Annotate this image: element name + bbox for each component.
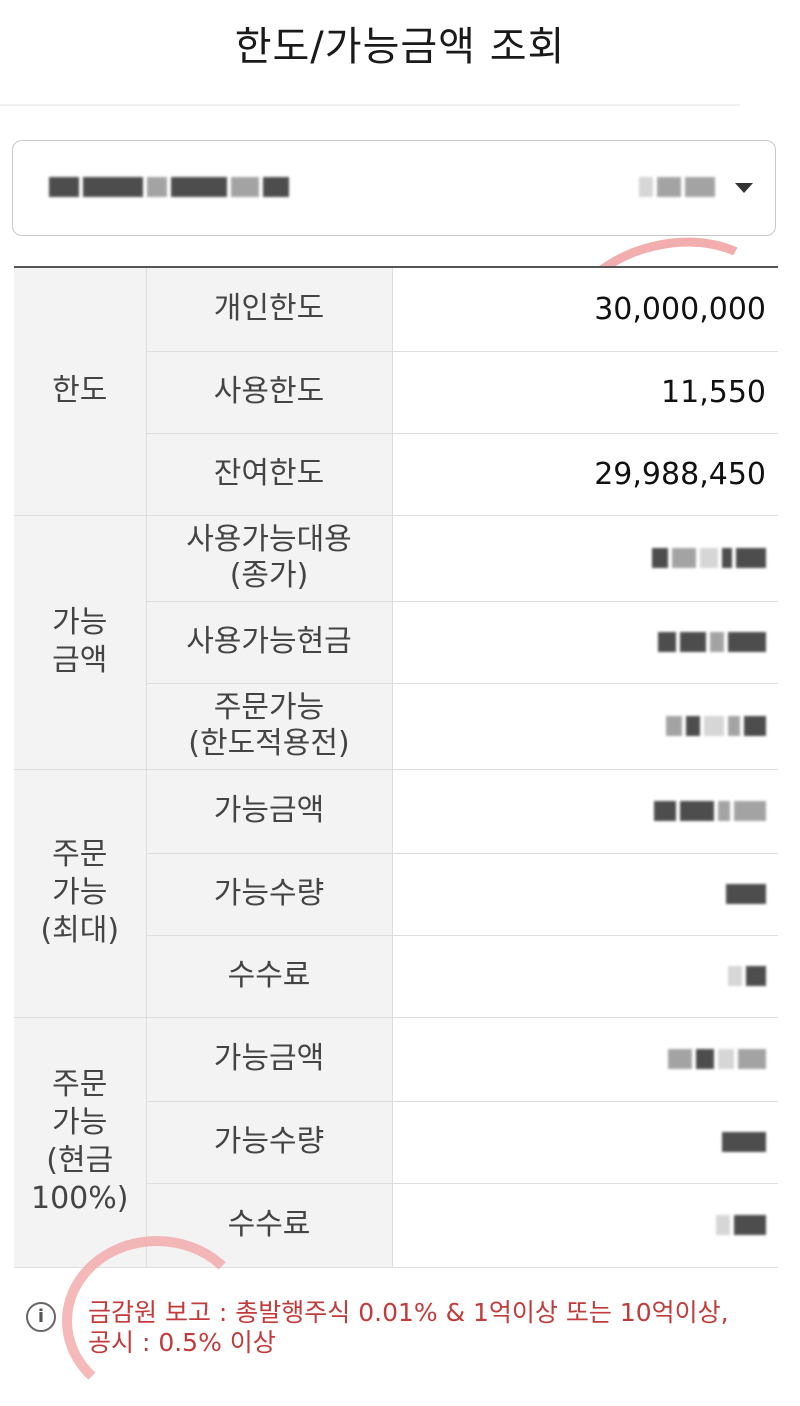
row-value: 11,550 xyxy=(392,351,778,434)
row-label: 사용한도 xyxy=(146,351,393,434)
chevron-down-icon[interactable] xyxy=(735,183,753,193)
row-label: 잔여한도 xyxy=(146,433,393,516)
table-row: 가능 금액 사용가능대용 (종가) xyxy=(14,515,778,770)
footer-notice: i 금감원 보고 : 총발행주식 0.01% & 1억이상 또는 10억이상, … xyxy=(26,1298,786,1358)
masked-value xyxy=(392,935,778,1018)
group-label: 주문 가능 (최대) xyxy=(14,769,147,1018)
account-selector[interactable] xyxy=(12,140,776,236)
row-label: 주문가능 (한도적용전) xyxy=(146,683,393,770)
masked-value xyxy=(392,601,778,684)
masked-account-name xyxy=(639,177,715,197)
masked-value xyxy=(392,1017,778,1102)
masked-value xyxy=(392,1101,778,1184)
masked-account-number xyxy=(49,177,289,197)
table-row: 주문 가능 (최대) 가능금액 xyxy=(14,769,778,1018)
row-label: 사용가능대용 (종가) xyxy=(146,515,393,602)
masked-value xyxy=(392,683,778,770)
masked-value xyxy=(392,769,778,854)
row-label: 사용가능현금 xyxy=(146,601,393,684)
info-icon[interactable]: i xyxy=(26,1302,56,1332)
group-label: 주문 가능 (현금 100%) xyxy=(14,1017,147,1268)
row-label: 가능수량 xyxy=(146,853,393,936)
masked-value xyxy=(392,515,778,602)
page-title: 한도/가능금액 조회 xyxy=(234,24,566,70)
masked-value xyxy=(392,1183,778,1268)
notice-text: 금감원 보고 : 총발행주식 0.01% & 1억이상 또는 10억이상, 공시… xyxy=(88,1298,729,1357)
row-value: 30,000,000 xyxy=(392,267,778,352)
title-divider xyxy=(0,104,740,106)
row-label: 가능금액 xyxy=(146,769,393,854)
group-label: 가능 금액 xyxy=(14,515,147,770)
row-label: 수수료 xyxy=(146,935,393,1018)
row-label: 가능수량 xyxy=(146,1101,393,1184)
table-row: 주문 가능 (현금 100%) 가능금액 xyxy=(14,1017,778,1268)
row-label: 가능금액 xyxy=(146,1017,393,1102)
row-label: 개인한도 xyxy=(146,267,393,352)
limit-table: 한도 개인한도 30,000,000 사용한도 11,550 잔여한도 29,9… xyxy=(14,266,778,1268)
masked-value xyxy=(392,853,778,936)
row-value: 29,988,450 xyxy=(392,433,778,516)
table-row: 한도 개인한도 30,000,000 xyxy=(14,267,778,516)
group-label: 한도 xyxy=(14,267,147,516)
